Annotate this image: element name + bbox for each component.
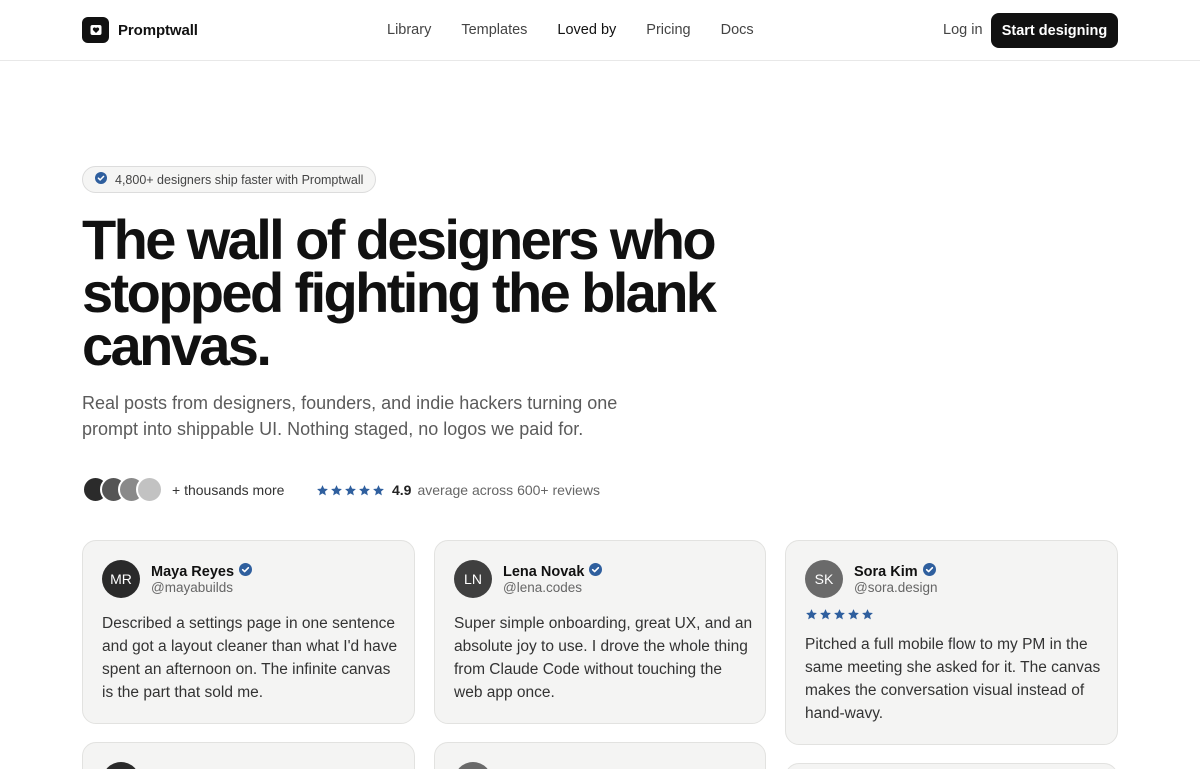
testimonial-text: Super simple onboarding, great UX, and a… <box>454 615 753 701</box>
star-icon <box>834 609 845 620</box>
testimonial-card-partial <box>82 742 415 769</box>
rating-stars <box>316 484 386 497</box>
testimonial-author: Sora Kim <box>854 563 936 580</box>
hero-badge: 4,800+ designers ship faster with Prompt… <box>82 166 377 193</box>
nav-pricing[interactable]: Pricing <box>646 22 690 38</box>
star-icon <box>806 609 817 620</box>
star-icon <box>373 484 384 495</box>
brand-logo-link[interactable]: Promptwall <box>82 17 198 43</box>
hero-badge-text: 4,800+ designers ship faster with Prompt… <box>115 172 364 187</box>
author-name: Sora Kim <box>854 563 918 580</box>
brand-name: Promptwall <box>118 21 198 39</box>
verified-badge-icon <box>918 563 936 580</box>
star-icon <box>317 484 328 495</box>
avatar: MR <box>102 560 140 598</box>
nav-docs[interactable]: Docs <box>721 22 754 38</box>
avatar-stack <box>82 476 166 503</box>
heart-icon <box>82 17 109 43</box>
author-handle: @mayabuilds <box>151 580 233 595</box>
thousands-more-label: + thousands more <box>172 481 285 498</box>
rating-text: average across 600+ reviews <box>417 482 600 498</box>
verified-badge-icon <box>95 172 107 187</box>
avatar: LN <box>454 560 492 598</box>
avatar <box>102 762 140 769</box>
page-title: The wall of designers who stopped fighti… <box>82 208 717 377</box>
star-icon <box>862 609 873 620</box>
testimonial-card-partial <box>785 763 1118 769</box>
page-subtitle: Real posts from designers, founders, and… <box>82 393 618 439</box>
rating-summary: 4.9 average across 600+ reviews <box>316 482 600 498</box>
author-name: Lena Novak <box>503 563 585 580</box>
avatar <box>136 476 163 503</box>
star-icon <box>359 484 370 495</box>
testimonial-text: Described a settings page in one sentenc… <box>102 615 398 701</box>
verified-badge-icon <box>234 563 253 580</box>
avatar <box>454 762 492 769</box>
nav-templates[interactable]: Templates <box>461 22 527 38</box>
avatar: SK <box>805 560 843 598</box>
author-handle: @sora.design <box>854 580 938 595</box>
login-link[interactable]: Log in <box>943 22 983 38</box>
top-navigation-bar: Promptwall Library Templates Loved by Pr… <box>0 0 1200 61</box>
verified-badge-icon <box>584 563 603 580</box>
start-designing-button[interactable]: Start designing <box>991 13 1118 48</box>
testimonial-card: SK Sora Kim @sora.design Pitched a full … <box>785 540 1118 745</box>
author-name: Maya Reyes <box>151 563 235 580</box>
author-handle: @lena.codes <box>503 580 583 595</box>
testimonial-card: LN Lena Novak @lena.codes Super simple o… <box>434 540 766 724</box>
star-icon <box>848 609 859 620</box>
testimonial-author: Lena Novak <box>503 563 603 580</box>
testimonial-card: MR Maya Reyes @mayabuilds Described a se… <box>82 540 415 724</box>
testimonial-text: Pitched a full mobile flow to my PM in t… <box>805 636 1101 722</box>
star-icon <box>820 609 831 620</box>
star-icon <box>331 484 342 495</box>
main-nav: Library Templates Loved by Pricing Docs <box>387 22 784 38</box>
rating-score: 4.9 <box>392 482 412 498</box>
testimonial-author: Maya Reyes <box>151 563 253 580</box>
star-icon <box>345 484 356 495</box>
card-rating-stars <box>805 608 875 621</box>
social-proof: + thousands more <box>82 476 284 503</box>
nav-loved-by[interactable]: Loved by <box>557 22 616 38</box>
testimonial-card-partial <box>434 742 766 769</box>
nav-library[interactable]: Library <box>387 22 431 38</box>
